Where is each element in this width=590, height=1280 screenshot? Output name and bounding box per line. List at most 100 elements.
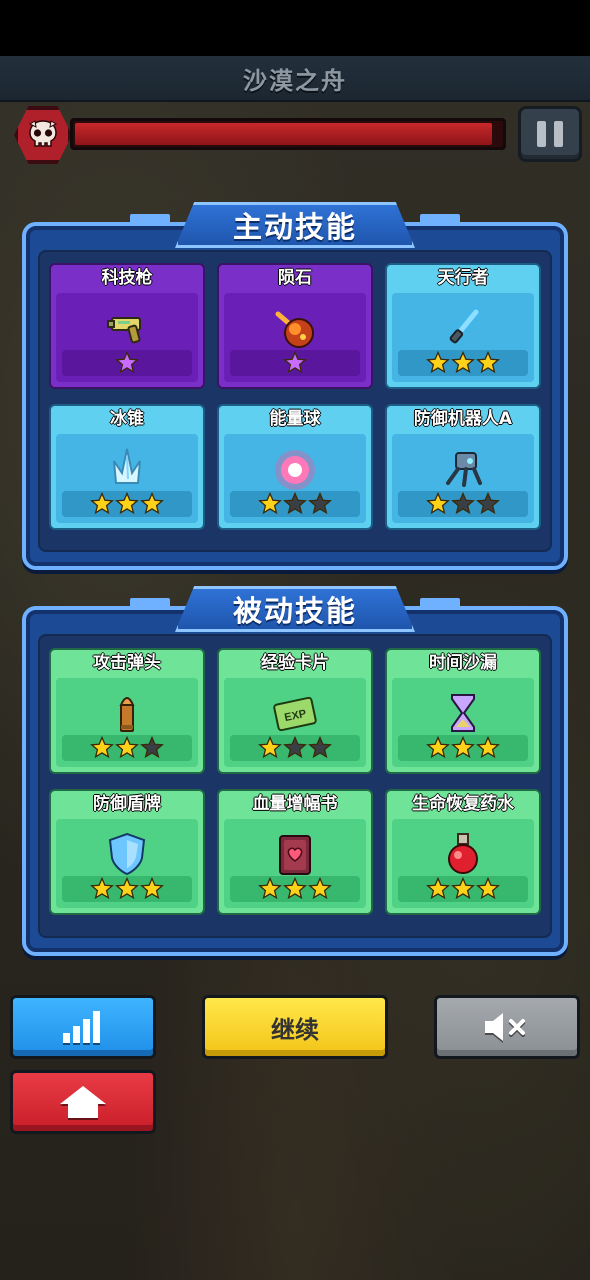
pause-icon-bar — [554, 121, 563, 147]
header-wing — [130, 598, 170, 608]
skill-card[interactable]: 生命恢复药水 — [385, 789, 541, 915]
star-filled-icon — [140, 876, 164, 901]
star-rating — [62, 735, 192, 761]
star-filled-icon — [426, 491, 450, 516]
star-rating — [398, 491, 528, 517]
skill-card-label: 科技枪 — [101, 268, 153, 288]
star-filled-icon — [426, 735, 450, 760]
star-rating — [230, 876, 360, 902]
skill-card[interactable]: 血量增幅书 — [217, 789, 373, 915]
exp-card-icon: EXP — [270, 689, 320, 739]
star-rating — [230, 491, 360, 517]
star-empty-icon — [283, 735, 307, 760]
skill-card[interactable]: 时间沙漏 — [385, 648, 541, 774]
passive-skills-header: 被动技能 — [175, 586, 415, 632]
star-empty-icon — [308, 491, 332, 516]
star-filled-icon — [476, 735, 500, 760]
star-rating — [398, 350, 528, 376]
active-skills-title: 主动技能 — [232, 210, 357, 244]
meteor-icon — [270, 304, 320, 354]
star-empty-icon — [140, 735, 164, 760]
stats-button[interactable] — [10, 995, 156, 1059]
passive-skills-title: 被动技能 — [232, 594, 357, 628]
skill-card[interactable]: 陨石 — [217, 263, 373, 389]
star-filled-icon — [115, 876, 139, 901]
star-filled-icon — [283, 350, 307, 375]
home-icon — [60, 1086, 106, 1118]
star-filled-icon — [90, 735, 114, 760]
skill-card-body — [224, 434, 366, 523]
boss-hp-fill — [75, 123, 493, 145]
star-filled-icon — [115, 735, 139, 760]
active-skills-header: 主动技能 — [175, 202, 415, 248]
skill-card-label: 防御机器人A — [413, 409, 513, 429]
star-empty-icon — [476, 491, 500, 516]
skill-card-label: 时间沙漏 — [429, 653, 497, 673]
speaker-muted-icon — [485, 1013, 525, 1041]
home-button[interactable] — [10, 1070, 156, 1134]
star-filled-icon — [426, 350, 450, 375]
star-filled-icon — [115, 491, 139, 516]
skill-card-body — [56, 293, 198, 382]
star-filled-icon — [451, 876, 475, 901]
boss-hp-bar — [70, 118, 506, 150]
mute-button[interactable] — [434, 995, 580, 1059]
shield-icon — [102, 830, 152, 880]
skill-card-body — [392, 434, 534, 523]
tech-gun-icon — [102, 304, 152, 354]
skill-card-body — [392, 678, 534, 767]
star-filled-icon — [476, 350, 500, 375]
skill-card-label: 天行者 — [437, 268, 489, 288]
status-strip — [0, 0, 590, 56]
star-filled-icon — [258, 491, 282, 516]
star-filled-icon — [140, 491, 164, 516]
skill-card-label: 经验卡片 — [261, 653, 329, 673]
skill-card[interactable]: 能量球 — [217, 404, 373, 530]
skill-card[interactable]: 攻击弹头 — [49, 648, 205, 774]
star-rating — [230, 735, 360, 761]
star-rating — [62, 491, 192, 517]
skill-card[interactable]: 防御盾牌 — [49, 789, 205, 915]
star-filled-icon — [426, 876, 450, 901]
header-wing — [420, 598, 460, 608]
skill-card[interactable]: 冰锥 — [49, 404, 205, 530]
level-title: 沙漠之舟 — [243, 66, 347, 95]
pause-icon-bar — [537, 121, 546, 147]
header-wing — [420, 214, 460, 224]
ice-spike-icon — [102, 445, 152, 495]
skill-card-label: 生命恢复药水 — [412, 794, 514, 814]
skill-card-body — [392, 293, 534, 382]
star-rating — [62, 350, 192, 376]
lightsaber-icon — [438, 304, 488, 354]
skill-card-body — [56, 819, 198, 908]
star-filled-icon — [90, 491, 114, 516]
skill-card-body — [392, 819, 534, 908]
skill-card-body: EXP — [224, 678, 366, 767]
star-filled-icon — [451, 350, 475, 375]
skill-card[interactable]: 防御机器人A — [385, 404, 541, 530]
skill-card-label: 血量增幅书 — [252, 794, 338, 814]
skill-card[interactable]: 经验卡片 EXP — [217, 648, 373, 774]
skill-card-label: 冰锥 — [110, 409, 144, 429]
header-wing — [130, 214, 170, 224]
star-rating — [398, 735, 528, 761]
skill-card-label: 能量球 — [269, 409, 321, 429]
pause-button[interactable] — [518, 106, 582, 162]
star-filled-icon — [90, 876, 114, 901]
star-filled-icon — [451, 735, 475, 760]
skill-card[interactable]: 科技枪 — [49, 263, 205, 389]
star-rating — [230, 350, 360, 376]
skill-card-body — [224, 819, 366, 908]
energy-orb-icon — [270, 445, 320, 495]
skill-card-label: 防御盾牌 — [93, 794, 161, 814]
star-rating — [62, 876, 192, 902]
continue-button[interactable]: 继续 — [202, 995, 388, 1059]
skill-card[interactable]: 天行者 — [385, 263, 541, 389]
skill-card-label: 陨石 — [278, 268, 312, 288]
star-filled-icon — [308, 876, 332, 901]
star-empty-icon — [451, 491, 475, 516]
defense-robot-icon — [438, 445, 488, 495]
star-rating — [398, 876, 528, 902]
skill-card-body — [56, 434, 198, 523]
bullet-icon — [102, 689, 152, 739]
